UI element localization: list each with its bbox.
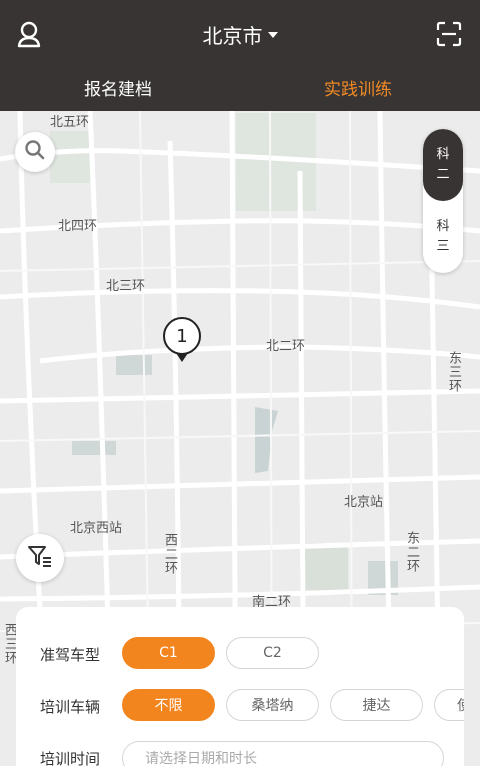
license-option-c2[interactable]: C2 bbox=[226, 637, 319, 669]
vehicle-option-jetta[interactable]: 捷达 bbox=[330, 689, 423, 721]
road-label: 北五环 bbox=[50, 115, 90, 130]
subject-option-text: 科 bbox=[436, 147, 450, 162]
map-marker-icon: 1 bbox=[163, 317, 201, 362]
filter-panel: 准驾车型 C1 C2 培训车辆 不限 桑塔纳 捷达 使 培训时间 请选择日期和时… bbox=[16, 607, 464, 766]
road-label: 北京站 bbox=[344, 495, 384, 510]
tab-enrollment[interactable]: 报名建档 bbox=[84, 75, 152, 100]
filter-button[interactable] bbox=[16, 534, 64, 582]
subject-option-2[interactable]: 科 二 bbox=[423, 129, 463, 201]
training-time-label: 培训时间 bbox=[40, 750, 101, 766]
school-marker[interactable]: 1 bbox=[162, 317, 202, 363]
main-tabs: 报名建档 实践训练 bbox=[0, 70, 480, 106]
road-label: 北四环 bbox=[58, 219, 98, 234]
city-name: 北京市 bbox=[202, 24, 263, 48]
caret-down-icon bbox=[267, 31, 278, 38]
subject-option-3[interactable]: 科 三 bbox=[423, 201, 463, 273]
subject-option-text: 科 bbox=[436, 219, 450, 234]
vehicle-label: 培训车辆 bbox=[40, 698, 101, 716]
license-option-c1[interactable]: C1 bbox=[122, 637, 215, 669]
license-type-label: 准驾车型 bbox=[40, 646, 101, 664]
marker-count: 1 bbox=[176, 326, 187, 347]
vehicle-option-partial[interactable]: 使 bbox=[434, 689, 464, 721]
road-label: 北京西站 bbox=[70, 521, 123, 536]
training-time-input[interactable]: 请选择日期和时长 bbox=[122, 741, 444, 766]
filter-icon bbox=[27, 544, 53, 572]
tab-practice-training[interactable]: 实践训练 bbox=[324, 75, 392, 100]
road-label: 东三环 bbox=[446, 351, 461, 393]
scan-icon[interactable] bbox=[436, 21, 462, 47]
subject-option-text: 二 bbox=[436, 167, 450, 182]
road-label: 东二环 bbox=[404, 531, 419, 573]
subject-toggle: 科 二 科 三 bbox=[423, 129, 463, 273]
road-label: 北二环 bbox=[266, 339, 306, 354]
city-selector[interactable]: 北京市 bbox=[0, 20, 480, 49]
vehicle-option-santana[interactable]: 桑塔纳 bbox=[226, 689, 319, 721]
road-label: 西二环 bbox=[162, 533, 177, 575]
vehicle-option-any[interactable]: 不限 bbox=[122, 689, 215, 721]
subject-option-text: 三 bbox=[436, 239, 450, 254]
search-icon bbox=[24, 139, 46, 165]
road-label: 北三环 bbox=[106, 279, 146, 294]
top-bar: 北京市 bbox=[0, 0, 480, 68]
map-search-button[interactable] bbox=[15, 132, 55, 172]
app-header: 北京市 报名建档 实践训练 bbox=[0, 0, 480, 111]
